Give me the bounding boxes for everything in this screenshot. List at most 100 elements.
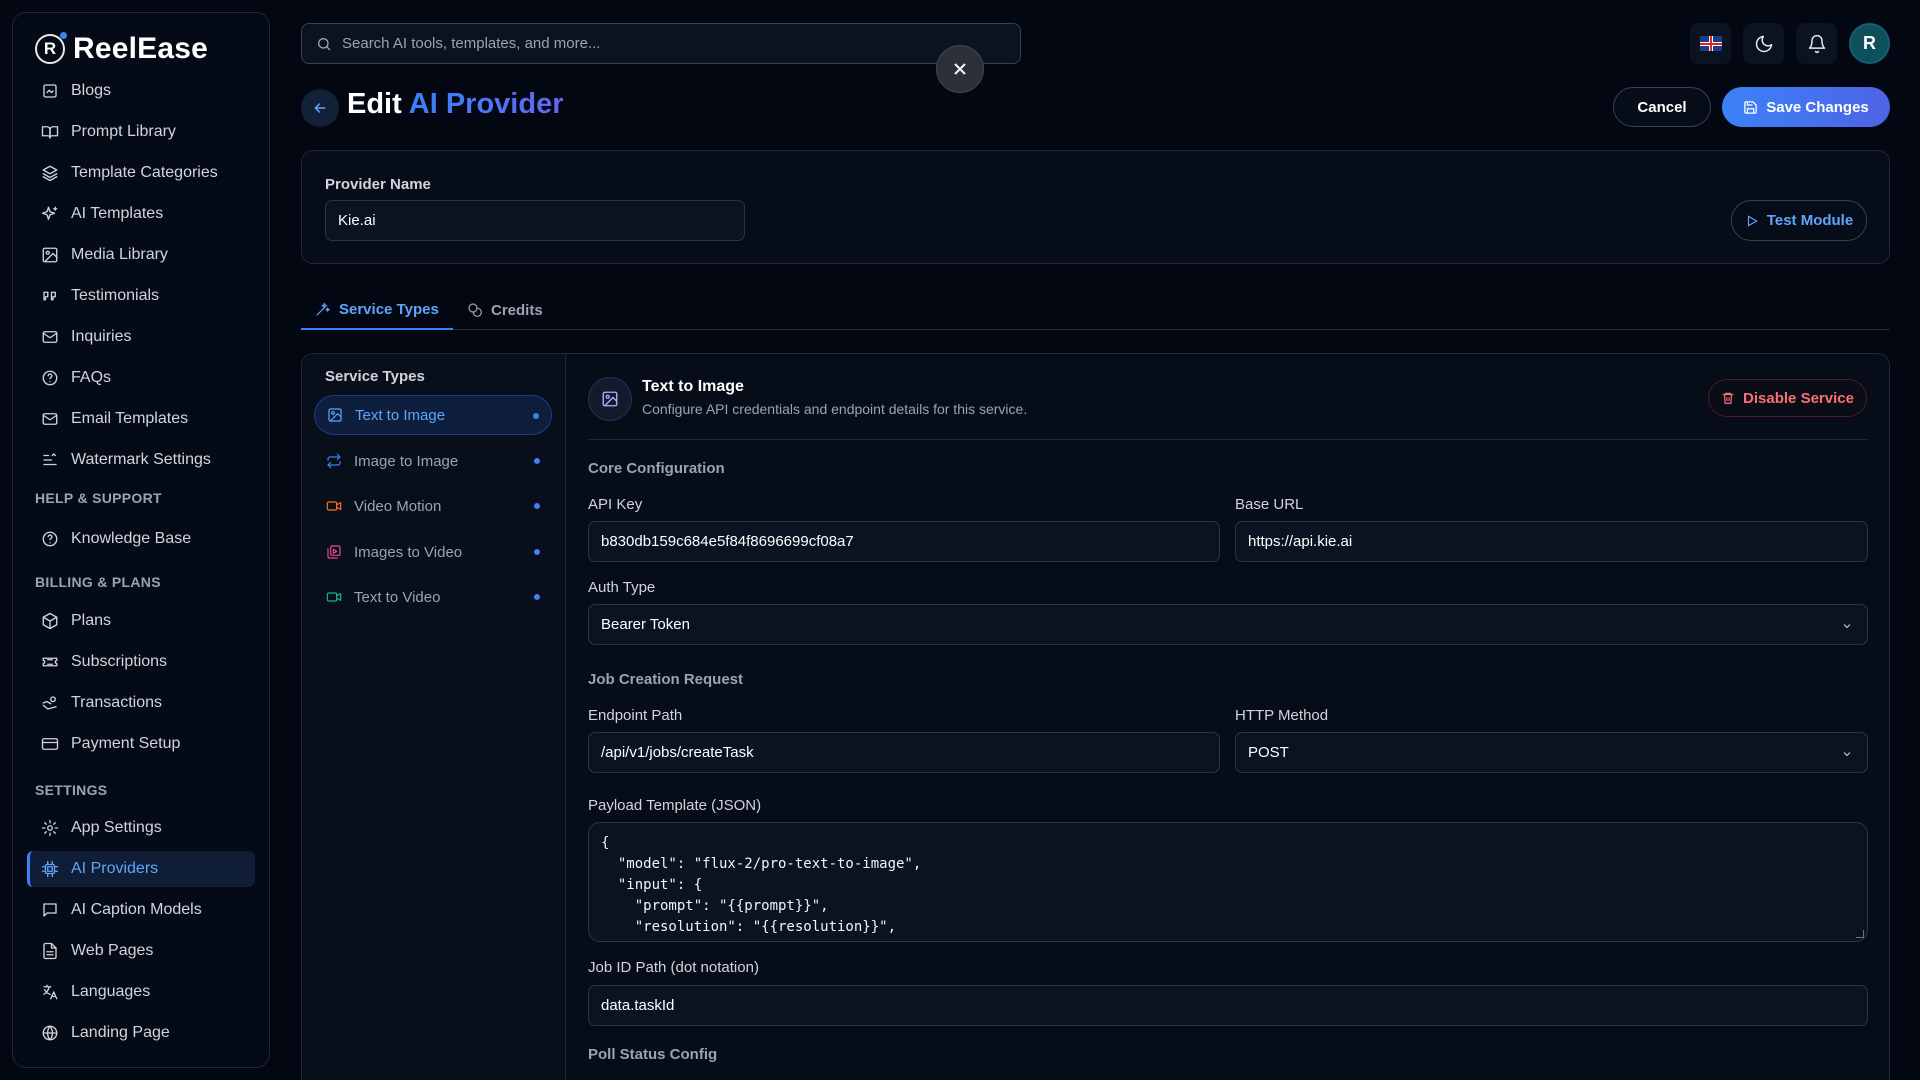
- poll-status-heading: Poll Status Config: [588, 1046, 718, 1063]
- sidebar-item-media-library[interactable]: Media Library: [27, 237, 255, 273]
- save-changes-button[interactable]: Save Changes: [1722, 87, 1890, 127]
- sidebar-item-template-categories[interactable]: Template Categories: [27, 155, 255, 191]
- chevron-down-icon: [1843, 752, 1851, 757]
- service-item-label: Image to Image: [354, 452, 459, 470]
- sidebar-item-faqs[interactable]: FAQs: [27, 360, 255, 396]
- section-help-support: HELP & SUPPORT: [35, 490, 162, 506]
- sidebar-item-web-pages[interactable]: Web Pages: [27, 933, 255, 969]
- brand-logo[interactable]: R ReelEase: [35, 29, 208, 69]
- service-types-title: Service Types: [325, 368, 425, 385]
- sidebar-item-label: App Settings: [71, 819, 162, 836]
- image-icon: [328, 408, 342, 422]
- sidebar-item-landing-page[interactable]: Landing Page: [27, 1015, 255, 1051]
- service-item-text-to-video[interactable]: Text to Video: [314, 577, 552, 617]
- api-key-input[interactable]: b830db159c684e5f84f8696699cf08a7: [588, 521, 1220, 562]
- sidebar-item-label: Inquiries: [71, 328, 132, 345]
- sidebar-item-plans[interactable]: Plans: [27, 603, 255, 639]
- tab-credits[interactable]: Credits: [453, 290, 557, 330]
- tab-label: Service Types: [339, 300, 439, 318]
- service-item-images-to-video[interactable]: Images to Video: [314, 532, 552, 572]
- back-button[interactable]: [301, 89, 339, 127]
- resize-handle[interactable]: [1856, 930, 1864, 938]
- mail-icon: [42, 413, 58, 425]
- service-item-label: Video Motion: [354, 497, 442, 515]
- brand-name: ReelEase: [73, 32, 209, 65]
- header-actions: R: [1690, 23, 1890, 64]
- sidebar-item-transactions[interactable]: Transactions: [27, 685, 255, 721]
- wand-icon: [316, 302, 331, 316]
- sidebar-item-languages[interactable]: Languages: [27, 974, 255, 1010]
- sidebar-item-label: AI Providers: [71, 860, 159, 877]
- tab-service-types[interactable]: Service Types: [301, 290, 453, 330]
- help-circle-icon: [42, 370, 58, 386]
- sidebar-item-testimonials[interactable]: Testimonials: [27, 278, 255, 314]
- page-title-prefix: Edit: [347, 88, 402, 120]
- api-key-label: API Key: [588, 496, 643, 513]
- service-item-video-motion[interactable]: Video Motion: [314, 486, 552, 526]
- sidebar-item-label: Email Templates: [71, 410, 189, 427]
- package-icon: [42, 612, 58, 630]
- status-dot: [534, 503, 540, 509]
- auth-type-label: Auth Type: [588, 579, 656, 596]
- provider-name-input[interactable]: Kie.ai: [325, 200, 745, 241]
- disable-service-button[interactable]: Disable Service: [1708, 379, 1867, 417]
- sidebar-item-label: Knowledge Base: [71, 530, 192, 547]
- http-method-select[interactable]: POST: [1235, 732, 1868, 773]
- endpoint-path-input[interactable]: /api/v1/jobs/createTask: [588, 732, 1220, 773]
- payload-template-value: { "model": "flux-2/pro-text-to-image", "…: [601, 835, 922, 941]
- sidebar-item-subscriptions[interactable]: Subscriptions: [27, 644, 255, 680]
- brand-mark-icon: R: [35, 32, 67, 64]
- book-open-icon: [41, 126, 59, 139]
- sidebar-item-email-templates[interactable]: Email Templates: [27, 401, 255, 437]
- sidebar-item-app-settings[interactable]: App Settings: [27, 810, 255, 846]
- sidebar-item-knowledge-base[interactable]: Knowledge Base: [27, 521, 255, 557]
- sidebar-item-label: Languages: [71, 983, 151, 1000]
- sidebar-item-label: Media Library: [71, 246, 168, 263]
- payload-template-textarea[interactable]: { "model": "flux-2/pro-text-to-image", "…: [588, 822, 1868, 942]
- test-module-label: Test Module: [1766, 212, 1854, 229]
- sidebar-item-label: Web Pages: [71, 942, 154, 959]
- base-url-input[interactable]: https://api.kie.ai: [1235, 521, 1868, 562]
- service-item-text-to-image[interactable]: Text to Image: [314, 395, 552, 435]
- save-icon: [1744, 100, 1757, 114]
- auth-type-select[interactable]: Bearer Token: [588, 604, 1868, 645]
- watermark-icon: [43, 453, 57, 466]
- sidebar-item-ai-providers[interactable]: AI Providers: [27, 851, 255, 887]
- sidebar-item-label: Watermark Settings: [71, 451, 211, 468]
- section-billing-plans: BILLING & PLANS: [35, 574, 161, 590]
- sidebar-item-ai-caption-models[interactable]: AI Caption Models: [27, 892, 255, 928]
- service-item-image-to-image[interactable]: Image to Image: [314, 441, 552, 481]
- sidebar-item-watermark-settings[interactable]: Watermark Settings: [27, 442, 255, 478]
- cancel-button[interactable]: Cancel: [1613, 87, 1711, 127]
- core-config-heading: Core Configuration: [588, 460, 725, 477]
- service-item-label: Images to Video: [354, 543, 463, 561]
- sidebar-item-inquiries[interactable]: Inquiries: [27, 319, 255, 355]
- video-icon: [326, 592, 342, 602]
- user-avatar[interactable]: R: [1849, 23, 1890, 64]
- test-module-button[interactable]: Test Module: [1731, 200, 1867, 241]
- sidebar-item-label: Plans: [71, 612, 112, 629]
- close-icon: [954, 63, 966, 75]
- sidebar-item-payment-setup[interactable]: Payment Setup: [27, 726, 255, 762]
- sidebar-item-label: Transactions: [71, 694, 162, 711]
- chevron-down-icon: [1843, 624, 1851, 629]
- base-url-label: Base URL: [1235, 496, 1304, 513]
- sidebar-item-label: Payment Setup: [71, 735, 181, 752]
- close-overlay-button[interactable]: [936, 45, 984, 93]
- search-input[interactable]: [342, 35, 982, 52]
- status-dot: [534, 458, 540, 464]
- theme-toggle-button[interactable]: [1743, 23, 1784, 64]
- credit-card-icon: [41, 738, 59, 750]
- sidebar-item-label: AI Caption Models: [71, 901, 202, 918]
- languages-icon: [43, 984, 58, 1000]
- language-switcher-button[interactable]: [1690, 23, 1731, 64]
- sidebar-item-label: Prompt Library: [71, 123, 176, 140]
- global-search[interactable]: [301, 23, 1021, 64]
- bell-icon: [1808, 34, 1825, 53]
- job-id-path-input[interactable]: data.taskId: [588, 985, 1868, 1026]
- notifications-button[interactable]: [1796, 23, 1837, 64]
- sidebar-item-prompt-library[interactable]: Prompt Library: [27, 114, 255, 150]
- coins-icon: [468, 303, 482, 317]
- sidebar-item-ai-templates[interactable]: AI Templates: [27, 196, 255, 232]
- play-icon: [1747, 214, 1758, 227]
